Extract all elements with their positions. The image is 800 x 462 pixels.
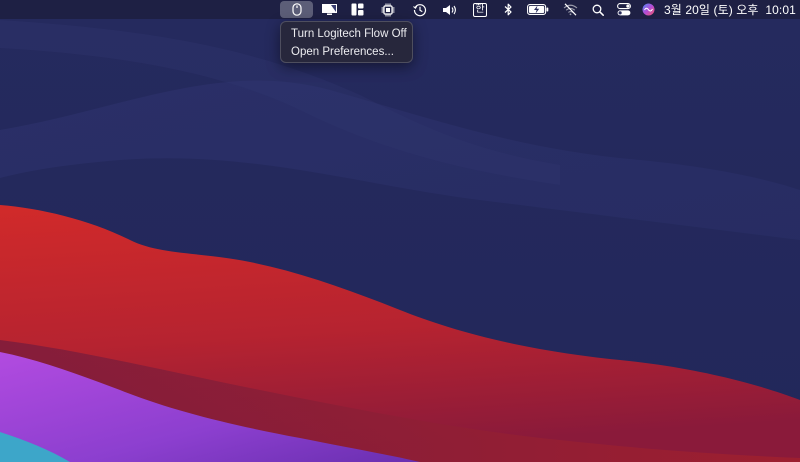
spotlight-search-icon[interactable] — [590, 0, 606, 19]
volume-icon[interactable] — [440, 0, 460, 19]
logitech-flow-menu: Turn Logitech Flow Off Open Preferences.… — [280, 21, 413, 63]
time-machine-icon[interactable] — [410, 0, 430, 19]
bluetooth-icon[interactable] — [500, 0, 516, 19]
battery-charging-icon[interactable] — [526, 0, 550, 19]
input-source-label: 한 — [475, 3, 485, 15]
menu-item-open-preferences[interactable]: Open Preferences... — [281, 43, 412, 61]
menu-item-turn-flow-off[interactable]: Turn Logitech Flow Off — [281, 25, 412, 43]
cpu-chip-icon[interactable] — [378, 0, 398, 19]
menu-bar-clock[interactable]: 3월 20일 (토) 오후 10:01 — [664, 0, 796, 19]
menu-bar: 한 3월 20일 (토) 오후 10:01 — [0, 0, 800, 19]
desktop-wallpaper — [0, 0, 800, 462]
display-icon[interactable] — [318, 0, 340, 19]
desktop: 한 3월 20일 (토) 오후 10:01 Turn Logitech Flow… — [0, 0, 800, 462]
korean-input-icon[interactable]: 한 — [471, 0, 489, 19]
wifi-off-icon[interactable] — [561, 0, 579, 19]
logitech-flow-icon[interactable] — [280, 1, 313, 18]
window-layout-icon[interactable] — [348, 0, 366, 19]
clock-text: 3월 20일 (토) 오후 10:01 — [664, 3, 796, 17]
control-center-icon[interactable] — [615, 0, 633, 19]
siri-icon[interactable] — [640, 0, 656, 19]
